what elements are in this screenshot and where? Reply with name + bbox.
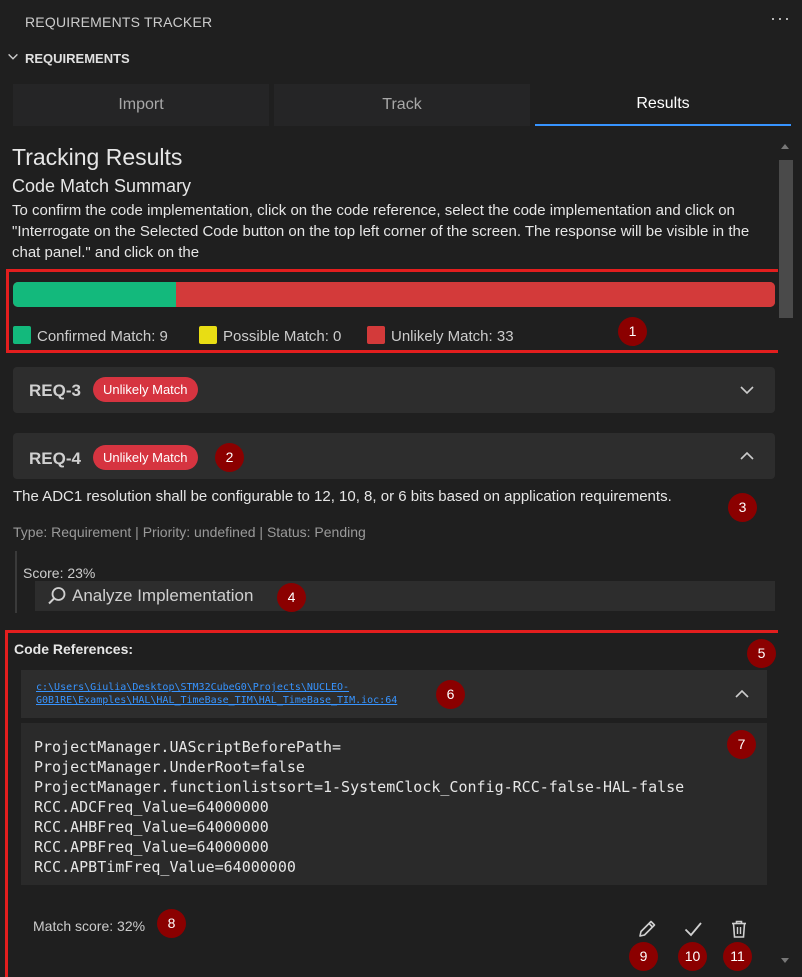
score-divider <box>15 551 17 613</box>
legend-swatch-confirmed <box>13 326 31 344</box>
match-progress-bar <box>13 282 775 307</box>
marker-badge: 10 <box>678 942 707 971</box>
match-summary-highlight: Confirmed Match: 9 Possible Match: 0 Unl… <box>6 269 778 353</box>
requirement-description: The ADC1 resolution shall be configurabl… <box>13 488 672 505</box>
chevron-up-icon[interactable] <box>734 686 750 702</box>
code-references-title: Code References: <box>14 641 134 657</box>
code-reference-link[interactable]: c:\Users\Giulia\Desktop\STM32CubeG0\Proj… <box>36 681 456 707</box>
instructions-text: To confirm the code implementation, clic… <box>12 202 750 261</box>
marker-badge: 7 <box>727 730 756 759</box>
analyze-implementation-button[interactable]: Analyze Implementation <box>35 581 775 611</box>
analyze-label: Analyze Implementation <box>72 586 254 605</box>
code-line: RCC.AHBFreq_Value=64000000 <box>34 818 269 836</box>
legend-swatch-possible <box>199 326 217 344</box>
link-line-1: c:\Users\Giulia\Desktop\STM32CubeG0\Proj… <box>36 682 350 693</box>
marker-badge: 1 <box>618 317 647 346</box>
legend-label: Unlikely Match: 33 <box>391 328 514 345</box>
code-reference-header[interactable]: c:\Users\Giulia\Desktop\STM32CubeG0\Proj… <box>21 670 767 718</box>
requirement-row-req-3[interactable]: REQ-3 Unlikely Match <box>13 367 775 413</box>
legend-label: Possible Match: 0 <box>223 328 342 345</box>
chevron-down-icon[interactable] <box>739 382 755 398</box>
match-score: Match score: 32% <box>33 918 146 934</box>
code-line: RCC.ADCFreq_Value=64000000 <box>34 798 269 816</box>
scroll-down-icon[interactable] <box>781 958 789 963</box>
marker-badge: 9 <box>629 942 658 971</box>
requirement-meta: Type: Requirement | Priority: undefined … <box>13 524 366 540</box>
code-references-panel: Code References: c:\Users\Giulia\Desktop… <box>5 630 778 977</box>
requirement-id: REQ-4 <box>29 449 81 468</box>
legend-label: Confirmed Match: 9 <box>37 328 168 345</box>
chevron-up-icon[interactable] <box>739 448 755 464</box>
scrollbar-thumb[interactable] <box>779 160 793 318</box>
section-label: REQUIREMENTS <box>25 51 130 66</box>
marker-badge: 2 <box>215 443 244 472</box>
code-line: ProjectManager.UAScriptBeforePath= <box>34 738 342 756</box>
tab-bar: Import Track Results <box>13 84 791 126</box>
marker-badge: 4 <box>277 583 306 612</box>
code-line: RCC.APBTimFreq_Value=64000000 <box>34 858 296 876</box>
code-snippet[interactable]: ProjectManager.UAScriptBeforePath= Proje… <box>21 723 767 885</box>
results-content: Tracking Results Code Match Summary To c… <box>0 130 778 977</box>
status-badge: Unlikely Match <box>93 445 198 470</box>
page-title: Tracking Results <box>12 144 183 170</box>
code-line: ProjectManager.functionlistsort=1-System… <box>34 778 685 796</box>
requirement-row-req-4[interactable]: REQ-4 Unlikely Match <box>13 433 775 479</box>
legend-swatch-unlikely <box>367 326 385 344</box>
scroll-up-icon[interactable] <box>781 144 789 149</box>
code-line: RCC.APBFreq_Value=64000000 <box>34 838 269 856</box>
requirement-score: Score: 23% <box>23 565 96 581</box>
requirements-section-header[interactable]: REQUIREMENTS <box>0 44 802 72</box>
marker-badge: 11 <box>723 942 752 971</box>
tab-import[interactable]: Import <box>13 84 269 126</box>
tab-track[interactable]: Track <box>274 84 530 126</box>
check-icon[interactable] <box>682 918 704 940</box>
page-subtitle: Code Match Summary <box>12 176 192 196</box>
trash-icon[interactable] <box>728 918 750 940</box>
tab-results[interactable]: Results <box>535 84 791 126</box>
chevron-down-icon <box>8 53 18 60</box>
requirement-id: REQ-3 <box>29 381 81 400</box>
pencil-icon[interactable] <box>636 918 658 940</box>
marker-badge: 8 <box>157 909 186 938</box>
confirmed-segment <box>13 282 176 307</box>
panel-title: REQUIREMENTS TRACKER <box>25 14 213 30</box>
link-line-2: G0B1RE\Examples\HAL\HAL_TimeBase_TIM\HAL… <box>36 695 398 706</box>
code-line: ProjectManager.UnderRoot=false <box>34 758 305 776</box>
marker-badge: 5 <box>747 639 776 668</box>
more-actions-icon[interactable]: ··· <box>770 8 791 29</box>
search-icon <box>48 587 66 605</box>
status-badge: Unlikely Match <box>93 377 198 402</box>
vertical-scrollbar[interactable] <box>777 140 795 977</box>
marker-badge: 3 <box>728 493 757 522</box>
match-legend: Confirmed Match: 9 Possible Match: 0 Unl… <box>13 326 713 346</box>
title-bar: REQUIREMENTS TRACKER ··· <box>0 0 802 44</box>
marker-badge: 6 <box>436 680 465 709</box>
unlikely-segment <box>176 282 775 307</box>
